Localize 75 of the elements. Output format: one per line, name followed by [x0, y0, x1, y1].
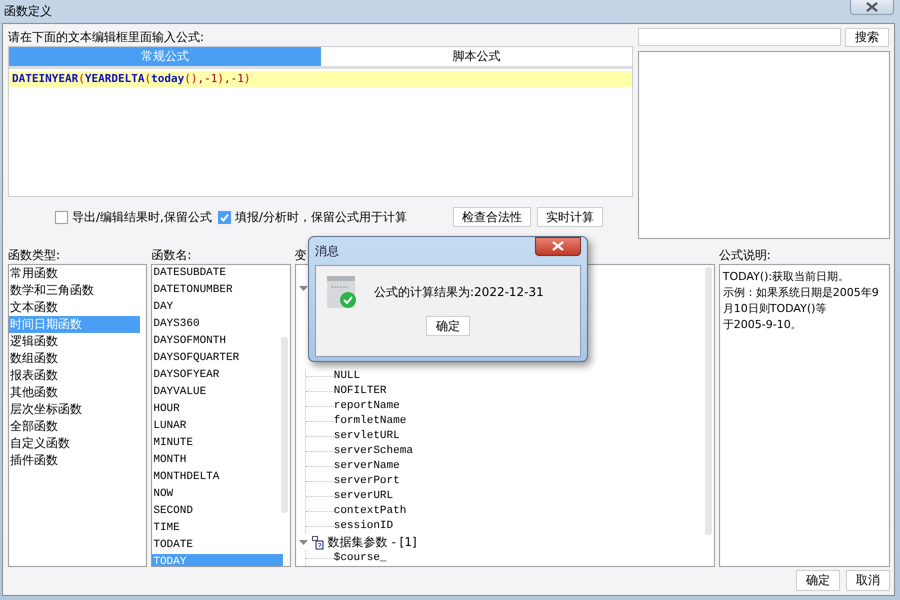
expand-arrow-icon[interactable]	[298, 286, 308, 292]
function-label: 函数名:	[151, 247, 192, 264]
description-label: 公式说明:	[718, 247, 771, 264]
checkbox[interactable]	[218, 210, 231, 224]
function-item[interactable]: LUNAR	[152, 418, 284, 435]
close-button[interactable]	[850, 0, 894, 15]
category-item[interactable]: 其他函数	[9, 384, 140, 401]
category-item[interactable]: 常用函数	[9, 265, 140, 282]
category-item[interactable]: 全部函数	[9, 418, 140, 435]
tree-leaf[interactable]: NOFILTER	[334, 384, 387, 399]
function-item[interactable]: DAYSOFQUARTER	[152, 350, 284, 367]
function-item[interactable]: DAYVALUE	[152, 384, 284, 401]
dialog-button[interactable]: 确定	[796, 570, 840, 591]
parameter-icon	[312, 536, 324, 550]
ok-button[interactable]: 确定	[426, 316, 470, 336]
action-button[interactable]: 检查合法性	[452, 207, 531, 227]
category-item[interactable]: 文本函数	[9, 299, 140, 316]
description-text: 于2005-9-10。	[722, 317, 803, 333]
function-item[interactable]: DAYS360	[152, 316, 284, 333]
expand-arrow-icon[interactable]	[298, 540, 308, 546]
category-item[interactable]: 逻辑函数	[9, 333, 140, 350]
function-item[interactable]: MONTH	[152, 452, 284, 469]
search-button[interactable]: 搜索	[845, 28, 890, 47]
category-item[interactable]: 数学和三角函数	[9, 282, 140, 299]
tree-leaf[interactable]: servletURL	[334, 429, 400, 444]
function-item[interactable]: DATETONUMBER	[152, 282, 284, 299]
tree-leaf[interactable]: serverName	[334, 459, 400, 474]
formula-editor[interactable]: DATEINYEAR(YEARDELTA(today(),-1),-1)	[9, 71, 632, 87]
prompt-label: 请在下面的文本编辑框里面输入公式:	[8, 29, 204, 46]
function-item[interactable]: DAYSOFMONTH	[152, 333, 284, 350]
category-item[interactable]: 数组函数	[9, 350, 140, 367]
description-text: 示例：如果系统日期是2005年9	[722, 285, 880, 301]
category-label: 函数类型:	[8, 247, 60, 264]
function-item[interactable]: TODATE	[152, 537, 284, 554]
dialog-button[interactable]: 取消	[846, 570, 890, 591]
description-text: TODAY():获取当前日期。	[722, 269, 850, 285]
message-text: 公式的计算结果为:2022-12-31	[374, 284, 544, 301]
tree-leaf[interactable]: $course_	[334, 551, 387, 566]
checkbox-label: 导出/编辑结果时,保留公式	[72, 208, 212, 226]
checkbox-label: 填报/分析时，保留公式用于计算	[234, 208, 407, 226]
function-item[interactable]: DATESUBDATE	[152, 265, 284, 282]
variable-label: 变	[294, 247, 307, 264]
function-item[interactable]: DAY	[152, 299, 284, 316]
window-title: 函数定义	[4, 2, 52, 20]
category-item[interactable]: 插件函数	[9, 452, 140, 469]
function-item[interactable]: SECOND	[152, 503, 284, 520]
success-icon	[327, 276, 358, 309]
function-item[interactable]: DAYSOFYEAR	[152, 367, 284, 384]
function-item[interactable]: NOW	[152, 486, 284, 503]
tree-leaf[interactable]: NULL	[334, 369, 360, 384]
category-item[interactable]: 层次坐标函数	[9, 401, 140, 418]
close-button[interactable]	[535, 236, 581, 256]
tree-leaf[interactable]: reportName	[334, 399, 400, 414]
tree-leaf[interactable]: serverURL	[334, 489, 394, 504]
function-item[interactable]: MONTHDELTA	[152, 469, 284, 486]
description-text: 月10日则TODAY()等	[722, 301, 828, 317]
function-item[interactable]: TIME	[152, 520, 284, 537]
checkbox[interactable]	[55, 210, 68, 224]
tree-leaf[interactable]: sessionID	[334, 519, 394, 534]
message-title: 消息	[315, 242, 339, 260]
tree-node[interactable]: 数据集参数 - [1]	[328, 534, 417, 551]
scrollbar[interactable]	[280, 337, 288, 513]
function-item[interactable]: HOUR	[152, 401, 284, 418]
category-item[interactable]: 自定义函数	[9, 435, 140, 452]
category-item[interactable]: 报表函数	[9, 367, 140, 384]
function-item[interactable]: MINUTE	[152, 435, 284, 452]
search-field[interactable]	[638, 28, 842, 46]
tree-leaf[interactable]: formletName	[334, 414, 406, 429]
action-button[interactable]: 实时计算	[536, 207, 603, 227]
tree-leaf[interactable]: contextPath	[334, 504, 406, 519]
tree-leaf[interactable]: serverPort	[334, 474, 400, 489]
close-icon	[865, 2, 879, 12]
close-icon	[551, 241, 565, 251]
scrollbar[interactable]	[704, 267, 712, 535]
tree-leaf[interactable]: serverSchema	[334, 444, 413, 459]
